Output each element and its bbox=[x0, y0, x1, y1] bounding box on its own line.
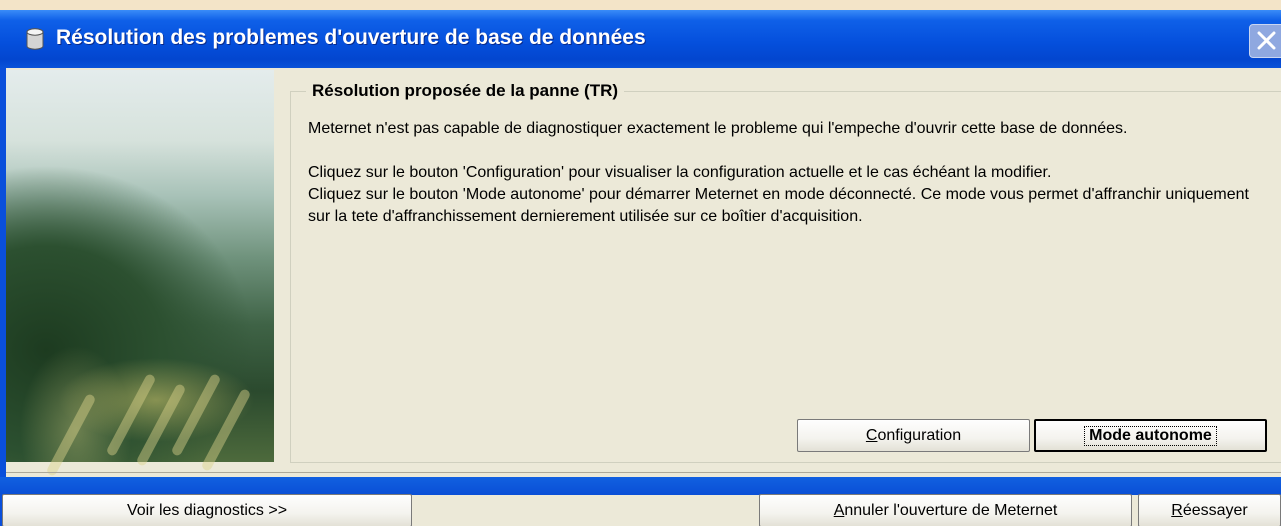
dialog-window: Résolution des problemes d'ouverture de … bbox=[0, 10, 1281, 526]
message-paragraph: Cliquez sur le bouton 'Configuration' po… bbox=[308, 164, 1052, 181]
annuler-button[interactable]: Annuler l'ouverture de Meternet bbox=[759, 494, 1132, 526]
mode-autonome-label: Mode autonome bbox=[1084, 425, 1217, 446]
close-icon bbox=[1257, 31, 1276, 50]
configuration-button[interactable]: Configuration bbox=[797, 419, 1030, 452]
window-title: Résolution des problemes d'ouverture de … bbox=[56, 26, 646, 49]
group-legend: Résolution proposée de la panne (TR) bbox=[306, 81, 625, 101]
reessayer-button[interactable]: Réessayer bbox=[1138, 494, 1281, 526]
message-paragraph: Cliquez sur le bouton 'Mode autonome' po… bbox=[308, 186, 1249, 225]
reessayer-mnemonic: R bbox=[1171, 501, 1183, 519]
title-bar[interactable]: Résolution des problemes d'ouverture de … bbox=[0, 10, 1281, 68]
message-paragraph: Meternet n'est pas capable de diagnostiq… bbox=[308, 120, 1128, 137]
resolution-message: Meternet n'est pas capable de diagnostiq… bbox=[308, 118, 1268, 228]
voir-diagnostics-button[interactable]: Voir les diagnostics >> bbox=[2, 494, 412, 526]
reessayer-label: éessayer bbox=[1182, 501, 1248, 519]
bottom-band bbox=[0, 477, 1281, 495]
close-button[interactable] bbox=[1249, 24, 1281, 58]
annuler-mnemonic: A bbox=[833, 501, 845, 519]
annuler-label: nnuler l'ouverture de Meternet bbox=[844, 501, 1058, 519]
mode-autonome-button[interactable]: Mode autonome bbox=[1034, 419, 1267, 452]
configuration-mnemonic: C bbox=[865, 426, 878, 444]
database-icon bbox=[26, 28, 44, 50]
configuration-label: onfiguration bbox=[877, 426, 962, 444]
voir-diagnostics-label: Voir les diagnostics >> bbox=[126, 501, 288, 519]
decorative-image bbox=[6, 70, 274, 478]
dialog-client-area: Résolution proposée de la panne (TR) Met… bbox=[0, 68, 1281, 526]
